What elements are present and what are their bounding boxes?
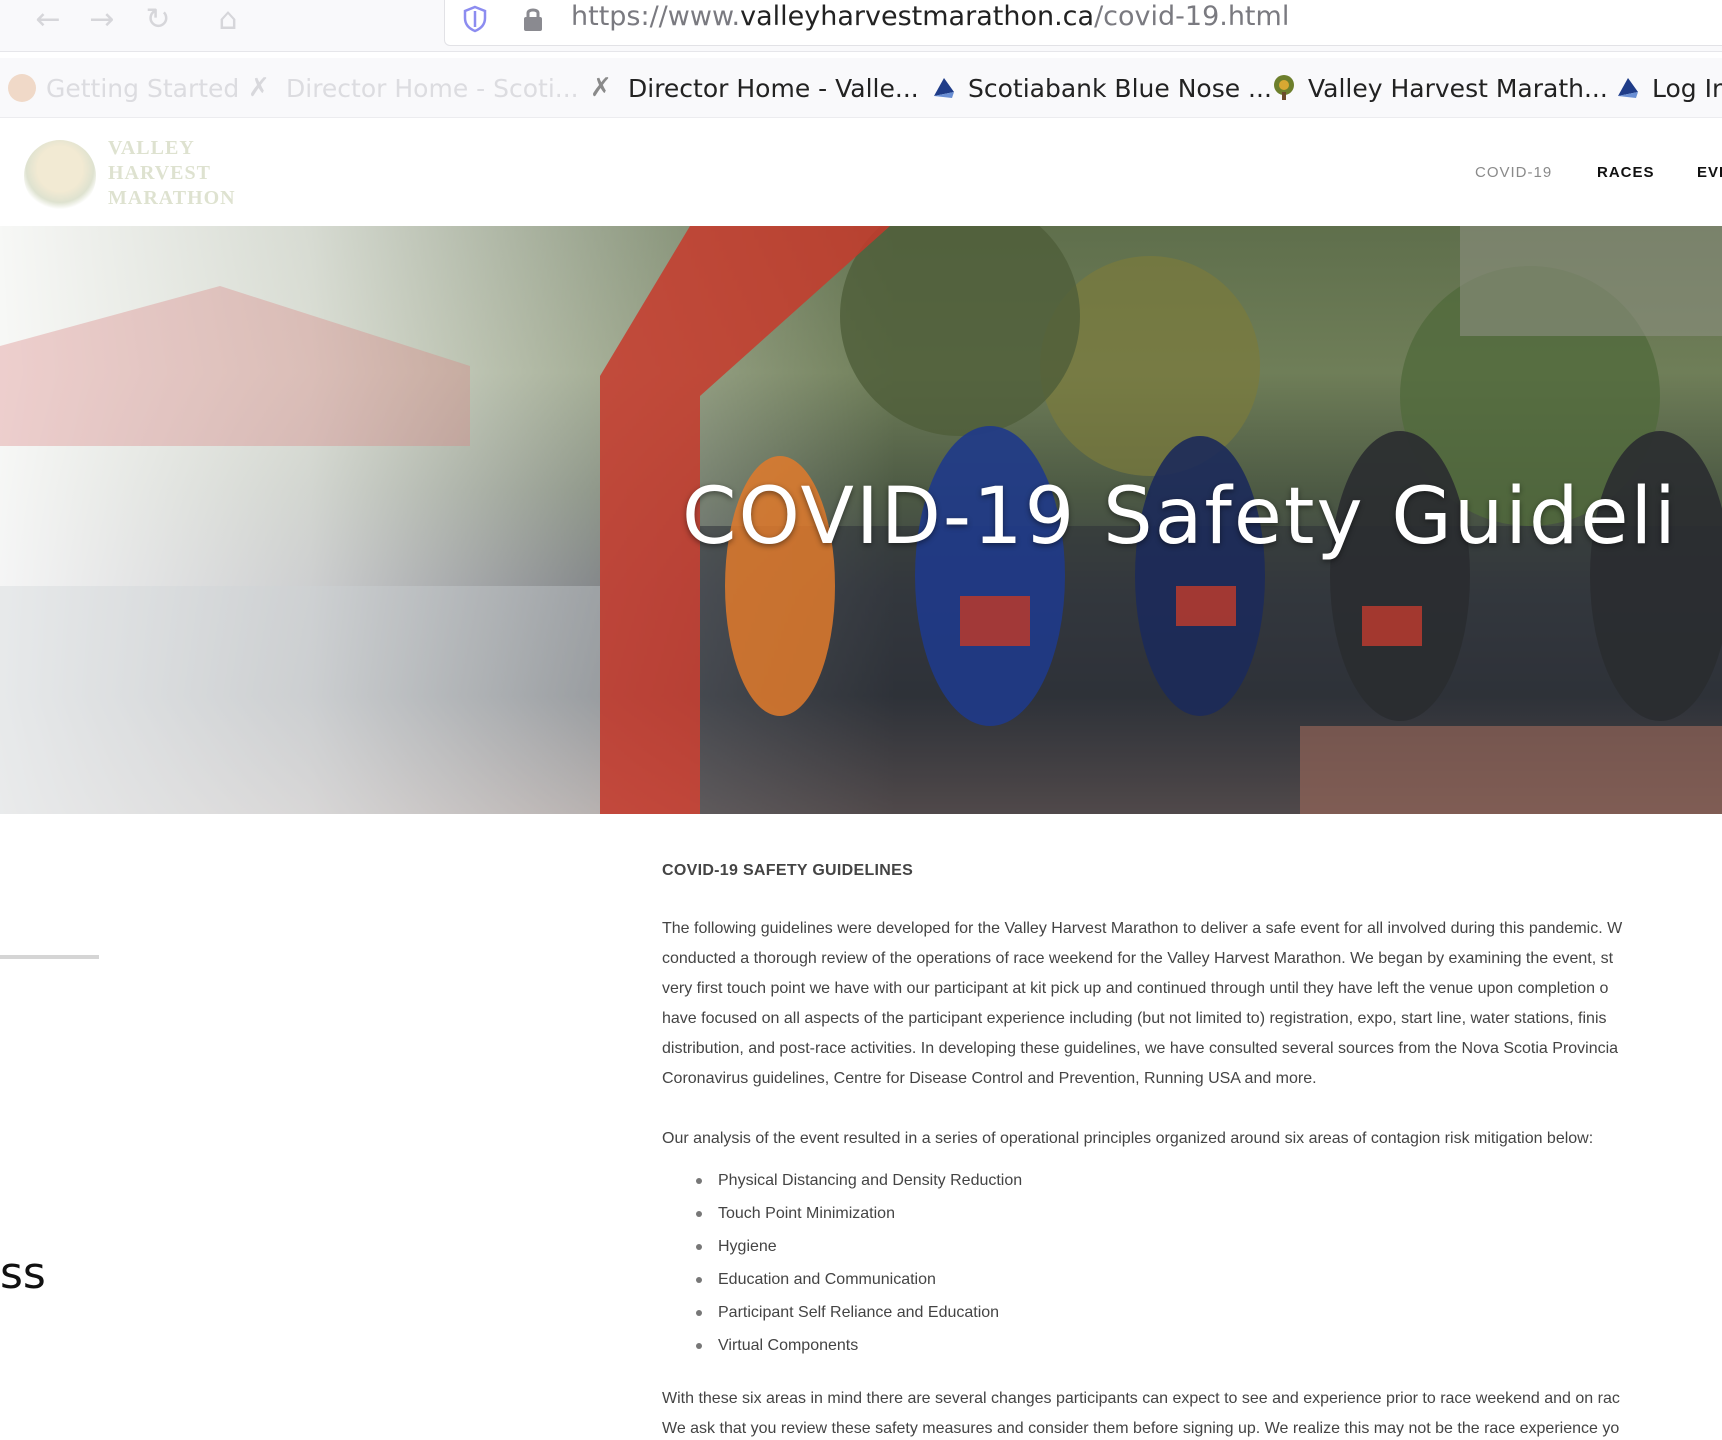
bluenose-icon bbox=[1618, 78, 1638, 98]
list-item: Hygiene bbox=[694, 1230, 1022, 1263]
firefox-icon bbox=[8, 74, 36, 102]
bookmark-log-in[interactable]: Log In bbox=[1614, 70, 1722, 106]
site-header: VALLEY HARVEST MARATHON COVID-19 RACES E… bbox=[0, 120, 1722, 226]
changes-paragraph: With these six areas in mind there are s… bbox=[662, 1390, 1620, 1437]
lock-icon[interactable] bbox=[521, 5, 545, 33]
forward-icon[interactable]: → bbox=[82, 2, 122, 38]
bookmark-valley-harvest-marathon[interactable]: Valley Harvest Marath... bbox=[1270, 70, 1608, 106]
tree-icon bbox=[24, 140, 96, 212]
left-divider bbox=[0, 955, 99, 959]
browser-toolbar: ← → ↻ ⌂ https://www.valleyharvestmaratho… bbox=[0, 0, 1722, 52]
bookmark-scotiabank-blue-nose[interactable]: Scotiabank Blue Nose ... bbox=[930, 70, 1272, 106]
reload-icon[interactable]: ↻ bbox=[138, 2, 178, 38]
url-text[interactable]: https://www.valleyharvestmarathon.ca/cov… bbox=[571, 1, 1289, 32]
bookmark-director-home-scotia[interactable]: ✗ Director Home - Scoti... bbox=[248, 70, 579, 106]
nav-covid-19[interactable]: COVID-19 bbox=[1475, 164, 1552, 181]
list-item: Physical Distancing and Density Reductio… bbox=[694, 1164, 1022, 1197]
bookmark-getting-started[interactable]: Getting Started bbox=[8, 70, 239, 106]
runner-icon: ✗ bbox=[248, 73, 270, 103]
runner-icon: ✗ bbox=[590, 73, 612, 103]
bluenose-icon bbox=[934, 78, 954, 98]
analysis-paragraph: Our analysis of the event resulted in a … bbox=[662, 1130, 1594, 1147]
tree-icon bbox=[1274, 75, 1294, 100]
list-item: Education and Communication bbox=[694, 1263, 1022, 1296]
site-logo[interactable]: VALLEY HARVEST MARATHON bbox=[24, 136, 235, 216]
list-item: Virtual Components bbox=[694, 1329, 1022, 1362]
section-heading: COVID-19 SAFETY GUIDELINES bbox=[662, 862, 914, 879]
intro-paragraph: The following guidelines were developed … bbox=[662, 920, 1623, 1087]
list-item: Participant Self Reliance and Education bbox=[694, 1296, 1022, 1329]
left-text-fragment: ss bbox=[0, 1248, 46, 1299]
bookmarks-bar: Getting Started ✗ Director Home - Scoti.… bbox=[0, 58, 1722, 118]
hero-banner: COVID-19 Safety Guideli bbox=[0, 226, 1722, 814]
nav-races[interactable]: RACES bbox=[1597, 164, 1655, 181]
back-icon[interactable]: ← bbox=[28, 2, 68, 38]
nav-events[interactable]: EVE bbox=[1697, 164, 1722, 181]
home-icon[interactable]: ⌂ bbox=[208, 2, 248, 38]
risk-areas-list: Physical Distancing and Density Reductio… bbox=[694, 1164, 1022, 1362]
hero-title: COVID-19 Safety Guideli bbox=[682, 472, 1678, 562]
shield-icon[interactable] bbox=[463, 5, 487, 33]
address-bar[interactable]: https://www.valleyharvestmarathon.ca/cov… bbox=[444, 0, 1722, 46]
bookmark-director-home-valley[interactable]: ✗ Director Home - Valle... bbox=[590, 70, 919, 106]
list-item: Touch Point Minimization bbox=[694, 1197, 1022, 1230]
